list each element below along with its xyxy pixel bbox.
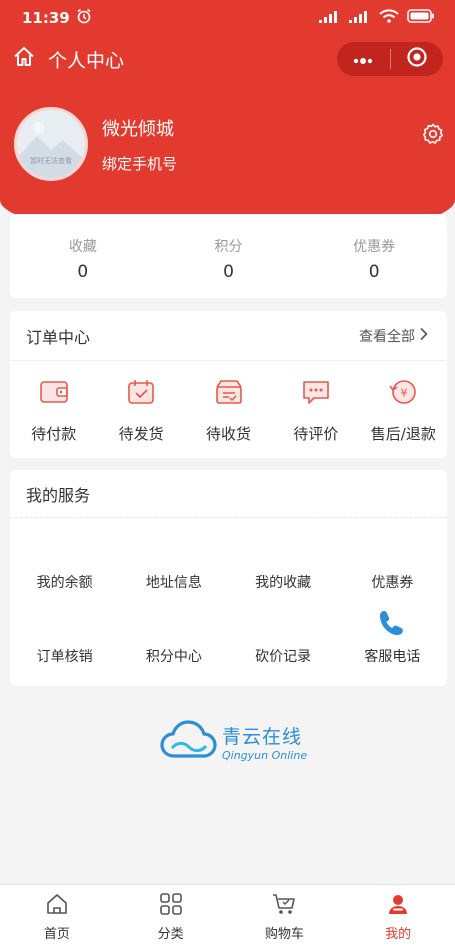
brand-logo: 青云在线 Qingyun Online xyxy=(160,718,307,766)
stat-favorites[interactable]: 收藏 0 xyxy=(10,214,156,298)
service-label: 我的余额 xyxy=(36,575,93,591)
tab-label: 首页 xyxy=(43,927,70,942)
order-center-card: 订单中心 查看全部 待付款 待发货 待收货 待评价 ¥ 售后/退款 xyxy=(10,311,447,458)
gear-icon xyxy=(421,123,445,150)
user-name: 微光倾城 xyxy=(102,118,174,140)
service-label: 积分中心 xyxy=(145,649,202,665)
status-bar: 11:39 xyxy=(0,0,455,36)
stat-value: 0 xyxy=(77,262,89,282)
cart-icon xyxy=(271,891,297,921)
service-label: 订单核销 xyxy=(36,649,93,665)
status-time: 11:39 xyxy=(22,9,70,27)
wifi-icon xyxy=(379,9,399,27)
home-icon xyxy=(44,891,70,921)
wallet-icon xyxy=(38,377,70,411)
order-pending-receipt[interactable]: 待收货 xyxy=(185,361,272,457)
stat-label: 积分 xyxy=(214,239,243,255)
stat-coupons[interactable]: 优惠券 0 xyxy=(301,214,447,298)
comment-icon xyxy=(300,377,332,411)
stat-value: 0 xyxy=(223,262,234,282)
user-icon xyxy=(385,891,411,921)
order-pending-payment[interactable]: 待付款 xyxy=(10,361,97,457)
alarm-icon xyxy=(76,8,92,28)
order-item-label: 待付款 xyxy=(31,425,77,443)
package-icon xyxy=(213,377,245,411)
home-indicator-area xyxy=(0,944,455,949)
svg-text:¥: ¥ xyxy=(401,387,408,400)
battery-icon xyxy=(407,9,435,27)
order-pending-shipment[interactable]: 待发货 xyxy=(97,361,184,457)
brand-name-en: Qingyun Online xyxy=(222,749,308,762)
service-order-verify[interactable]: 订单核销 xyxy=(10,600,119,674)
phone-icon xyxy=(377,608,407,642)
signal-icon-2 xyxy=(349,9,371,27)
stats-card: 收藏 0 积分 0 优惠券 0 xyxy=(10,214,447,298)
service-coupons[interactable]: 优惠券 xyxy=(338,526,447,600)
calendar-check-icon xyxy=(125,377,157,411)
order-center-title: 订单中心 xyxy=(26,327,91,347)
brand-name-cn: 青云在线 xyxy=(222,726,303,748)
order-item-label: 售后/退款 xyxy=(370,425,436,443)
order-pending-review[interactable]: 待评价 xyxy=(272,361,359,457)
target-circle-icon xyxy=(406,46,428,72)
bind-phone-link[interactable]: 绑定手机号 xyxy=(102,153,177,174)
tab-label: 我的 xyxy=(385,927,412,942)
view-all-orders-link[interactable]: 查看全部 xyxy=(359,326,429,346)
service-bargain-records[interactable]: 砍价记录 xyxy=(229,600,338,674)
view-all-label: 查看全部 xyxy=(359,328,415,345)
order-item-label: 待收货 xyxy=(206,425,252,443)
services-title: 我的服务 xyxy=(26,485,91,505)
chevron-right-icon xyxy=(419,327,429,345)
tab-cart[interactable]: 购物车 xyxy=(228,885,342,944)
tab-mine[interactable]: 我的 xyxy=(341,885,455,944)
grid-icon xyxy=(158,891,184,921)
stat-label: 优惠券 xyxy=(353,239,396,255)
service-address[interactable]: 地址信息 xyxy=(119,526,228,600)
services-card: 我的服务 我的余额 地址信息 我的收藏 优惠券 订单核销 积分中心 砍价记录 客… xyxy=(10,470,447,686)
close-mini-program-button[interactable] xyxy=(391,42,444,76)
avatar-caption: 暂时无法查看 xyxy=(30,157,72,165)
settings-button[interactable] xyxy=(421,122,445,150)
home-nav-icon[interactable] xyxy=(12,45,36,73)
order-after-sales[interactable]: ¥ 售后/退款 xyxy=(360,361,447,457)
service-label: 优惠券 xyxy=(371,575,414,591)
more-dots-icon xyxy=(352,50,374,69)
service-label: 客服电话 xyxy=(364,649,421,665)
service-points-center[interactable]: 积分中心 xyxy=(119,600,228,674)
service-customer-phone[interactable]: 客服电话 xyxy=(338,600,447,674)
avatar[interactable]: 暂时无法查看 xyxy=(14,107,88,181)
more-menu-button[interactable] xyxy=(337,42,390,76)
order-item-label: 待发货 xyxy=(118,425,164,443)
tab-bar: 首页 分类 购物车 我的 xyxy=(0,884,455,944)
mini-program-capsule xyxy=(337,42,443,76)
service-label: 我的收藏 xyxy=(255,575,312,591)
profile-section: 暂时无法查看 微光倾城 绑定手机号 xyxy=(14,107,177,181)
order-item-label: 待评价 xyxy=(293,425,339,443)
stat-label: 收藏 xyxy=(68,239,97,255)
refund-icon: ¥ xyxy=(387,377,419,411)
tab-home[interactable]: 首页 xyxy=(0,885,114,944)
service-favorites[interactable]: 我的收藏 xyxy=(229,526,338,600)
tab-label: 购物车 xyxy=(264,927,304,942)
service-balance[interactable]: 我的余额 xyxy=(10,526,119,600)
signal-icon xyxy=(319,9,341,27)
cloud-logo-icon xyxy=(160,718,218,766)
tab-category[interactable]: 分类 xyxy=(114,885,228,944)
page-title: 个人中心 xyxy=(48,49,125,72)
stat-value: 0 xyxy=(368,262,380,282)
service-label: 砍价记录 xyxy=(255,649,312,665)
service-label: 地址信息 xyxy=(145,575,202,591)
tab-label: 分类 xyxy=(157,927,184,942)
stat-points[interactable]: 积分 0 xyxy=(156,214,302,298)
